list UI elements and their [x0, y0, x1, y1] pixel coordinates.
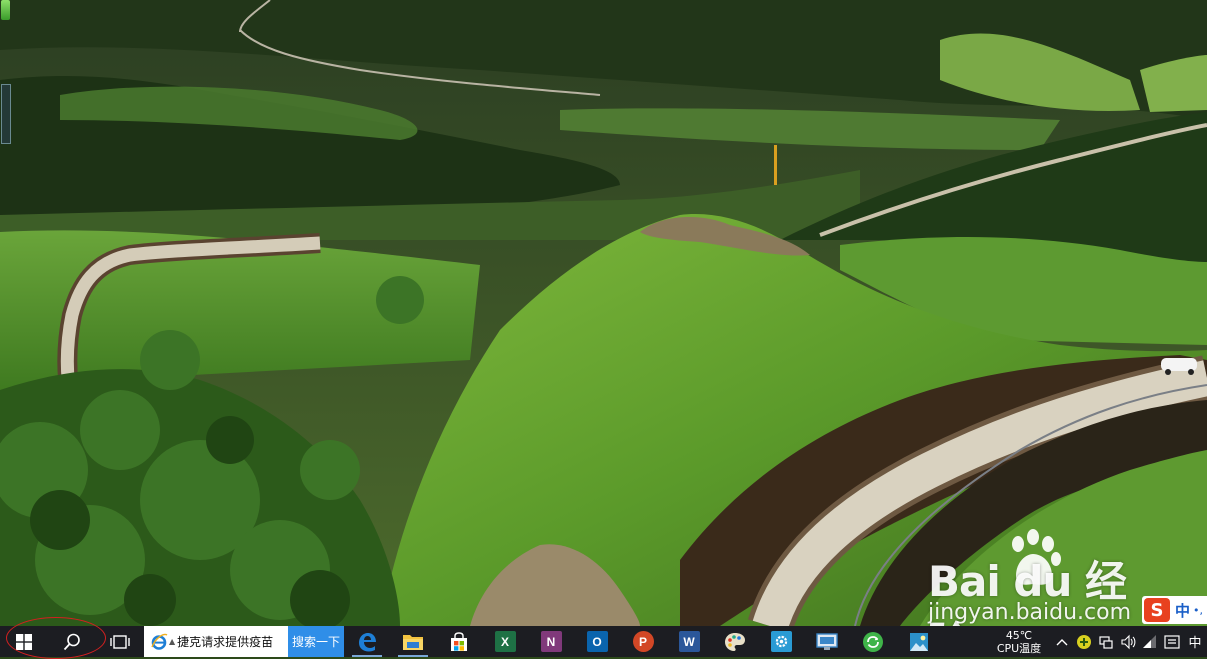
desktop-gadget-meter[interactable] [1, 84, 11, 144]
word-icon: W [678, 631, 700, 652]
cpu-temperature-widget[interactable]: 45℃ CPU温度 [987, 629, 1051, 655]
taskbar-app-refresh[interactable] [850, 626, 896, 657]
start-button[interactable] [0, 626, 48, 657]
taskbar-app-word[interactable]: W [666, 626, 712, 657]
taskbar-app-paint[interactable] [712, 626, 758, 657]
ime-status-bar[interactable]: S 中 •, [1142, 596, 1207, 624]
cpu-temperature-value: 45℃ [1005, 628, 1033, 642]
add-circle-icon[interactable] [1073, 626, 1095, 657]
store-bag-icon [451, 631, 467, 651]
search-submit-button[interactable]: 搜索一下 [288, 626, 344, 657]
ie-icon [151, 633, 168, 650]
landscape-wallpaper-image [0, 0, 1207, 626]
taskbar-app-photos[interactable] [896, 626, 942, 657]
task-view-icon [110, 634, 130, 649]
taskbar-app-edge[interactable] [344, 626, 390, 657]
search-dropdown-icon[interactable]: ▲ [169, 637, 175, 646]
taskbar: ▲ 捷克请求提供疫苗 搜索一下 X N O P W 45℃ CPU温度 中 [0, 626, 1207, 657]
speaker-icon[interactable] [1117, 626, 1139, 657]
powerpoint-icon: P [632, 631, 654, 652]
show-hidden-icons-chevron-icon[interactable] [1051, 626, 1073, 657]
taskbar-app-remote-desktop[interactable] [804, 626, 850, 657]
cpu-temperature-label: CPU温度 [996, 641, 1042, 655]
input-language-indicator[interactable]: 中 [1183, 626, 1207, 657]
taskbar-app-excel[interactable]: X [482, 626, 528, 657]
magnifier-icon [63, 633, 80, 650]
taskbar-app-store[interactable] [436, 626, 482, 657]
ime-punct-toggle[interactable]: •, [1193, 604, 1203, 617]
outlook-icon: O [586, 631, 608, 652]
system-tray: 45℃ CPU温度 中 [987, 626, 1207, 657]
network-adapter-icon[interactable] [1095, 626, 1117, 657]
taskbar-app-settings[interactable] [758, 626, 804, 657]
search-input[interactable]: 捷克请求提供疫苗 [177, 633, 273, 650]
keyboard-icon[interactable] [1161, 626, 1183, 657]
green-refresh-icon [863, 631, 883, 652]
photo-icon [910, 632, 928, 651]
desktop-gadget-battery[interactable] [1, 0, 10, 20]
taskbar-app-file-explorer[interactable] [390, 626, 436, 657]
cortana-search-button[interactable] [48, 626, 96, 657]
edge-icon [359, 632, 376, 651]
windows-logo-icon [16, 633, 32, 650]
wifi-icon[interactable] [1139, 626, 1161, 657]
sogou-ime-icon[interactable]: S [1144, 598, 1170, 622]
taskbar-app-outlook[interactable]: O [574, 626, 620, 657]
desktop-wallpaper: Bai du 经验 jingyan.baidu.com S 中 •, [0, 0, 1207, 626]
gear-icon [770, 631, 792, 652]
paint-palette-icon [725, 632, 745, 651]
baidu-search-toolbar[interactable]: ▲ 捷克请求提供疫苗 [144, 626, 288, 657]
monitor-icon [816, 632, 838, 650]
task-view-button[interactable] [96, 626, 144, 657]
folder-icon [403, 634, 423, 650]
ime-mode-toggle[interactable]: 中 [1175, 600, 1190, 621]
taskbar-app-powerpoint[interactable]: P [620, 626, 666, 657]
excel-icon: X [494, 631, 516, 652]
onenote-icon: N [540, 631, 562, 652]
taskbar-app-onenote[interactable]: N [528, 626, 574, 657]
